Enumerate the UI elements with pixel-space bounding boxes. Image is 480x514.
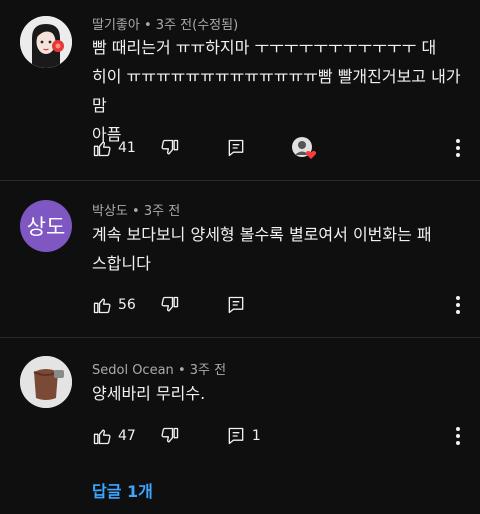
reply-count: 1 [251,428,261,444]
meta-separator: • [132,204,144,219]
comment-meta: Sedol Ocean • 3주 전 [92,359,226,378]
more-vert-icon [456,139,460,157]
more-vert-icon [456,427,460,445]
reply-icon [228,296,244,314]
comment-actions: 47 1 [92,423,261,449]
dislike-button[interactable] [160,292,180,318]
comment-text: 계속 보다보니 양세형 볼수록 별로여서 이번화는 패 스합니다 [92,220,462,278]
avatar-sedol-ocean[interactable] [20,356,72,408]
like-count: 56 [118,297,136,313]
reply-button[interactable] [226,292,246,318]
creator-heart-icon [291,137,316,159]
like-icon [93,141,111,157]
comment-meta: 딸기좋아 • 3주 전(수정됨) [92,14,238,33]
comment-time: 3주 전(수정됨) [155,18,239,33]
more-vert-icon [456,296,460,314]
comment-divider [0,180,480,181]
comment-line: 히이 ㅠㅠㅠㅠㅠㅠㅠㅠㅠㅠㅠㅠㅠ빰 빨개진거보고 내가 맘 [92,67,461,115]
avatar-딸기좋아[interactable] [20,16,72,68]
author-name[interactable]: 딸기좋아 [92,18,140,33]
like-icon [93,429,111,445]
reply-icon [228,139,244,157]
avatar-박상도[interactable]: 상도 [20,200,72,252]
avatar-object-icon [20,356,72,408]
comment-line: 빰 때리는거 ㅠㅠ하지마 ㅜㅜㅜㅜㅜㅜㅜㅜㅜㅜㅜ 대 [92,38,437,57]
more-options-button[interactable] [448,423,468,449]
comment-time: 3주 전 [189,363,227,378]
dislike-icon [161,139,178,155]
dislike-icon [161,427,178,443]
comment-actions: 41 [92,135,318,161]
comment-time: 3주 전 [143,204,181,219]
author-name[interactable]: 박상도 [92,204,128,219]
comment-line: 스합니다 [92,254,151,273]
avatar-girl-icon [20,16,72,68]
avatar-initials: 상도 [26,215,66,239]
more-options-button[interactable] [448,135,468,161]
comment-meta: 박상도 • 3주 전 [92,200,180,219]
like-icon [93,298,111,314]
meta-separator: • [177,363,190,378]
dislike-icon [161,296,178,312]
dislike-button[interactable] [160,135,180,161]
like-count: 47 [118,428,136,444]
author-name[interactable]: Sedol Ocean [92,363,174,378]
meta-separator: • [143,18,156,33]
like-count: 41 [118,140,136,156]
like-button[interactable]: 41 [92,135,136,161]
creator-heart [290,135,318,161]
comment-line: 양세바리 무리수. [92,384,206,403]
comment-line: 계속 보다보니 양세형 볼수록 별로여서 이번화는 패 [92,225,432,244]
reply-icon [228,427,244,445]
comment-actions: 56 [92,292,246,318]
reply-button[interactable]: 1 [226,423,261,449]
comment-text: 빰 때리는거 ㅠㅠ하지마 ㅜㅜㅜㅜㅜㅜㅜㅜㅜㅜㅜ 대 히이 ㅠㅠㅠㅠㅠㅠㅠㅠㅠㅠ… [92,33,462,149]
comment-divider [0,337,480,338]
dislike-button[interactable] [160,423,180,449]
reply-button[interactable] [226,135,246,161]
like-button[interactable]: 56 [92,292,136,318]
more-options-button[interactable] [448,292,468,318]
like-button[interactable]: 47 [92,423,136,449]
view-replies-link[interactable]: 답글 1개 [92,478,153,502]
comment-text: 양세바리 무리수. [92,379,462,408]
